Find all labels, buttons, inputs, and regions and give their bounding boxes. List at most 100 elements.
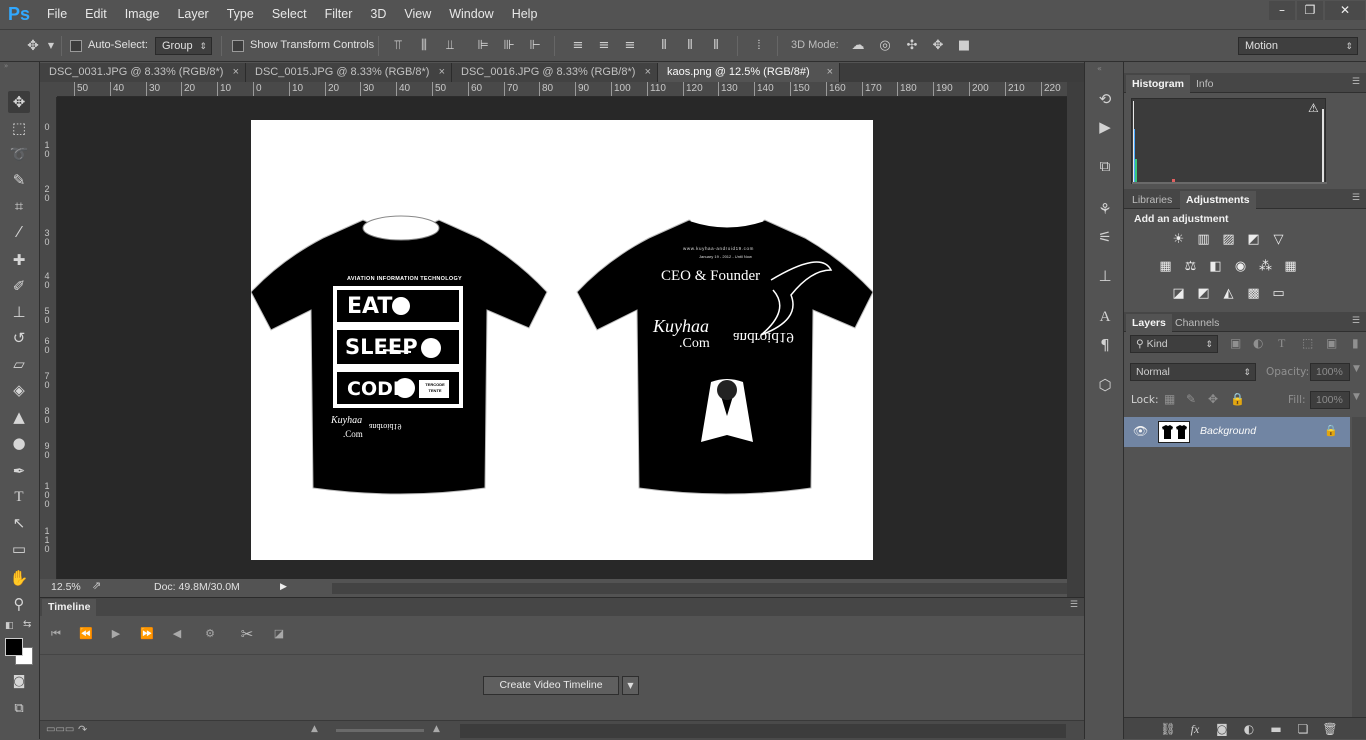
character-panel-icon[interactable]: A [1095, 307, 1115, 327]
eraser-tool-icon[interactable]: ▱ [8, 353, 30, 375]
swap-colors-icon[interactable]: ⇆ [23, 619, 33, 630]
selective-color-icon[interactable]: ▩ [1245, 286, 1262, 301]
lock-position-icon[interactable]: ✥ [1208, 392, 1218, 406]
crop-tool-icon[interactable]: ⌗ [8, 195, 30, 217]
tab-layers[interactable]: Layers [1126, 314, 1172, 332]
auto-align-icon[interactable]: ⦙ [751, 38, 767, 54]
filter-type-icon[interactable]: T [1278, 336, 1285, 351]
zoom-tool-icon[interactable]: ⚲ [8, 593, 30, 615]
quick-mask-icon[interactable]: ◙ [8, 671, 30, 693]
add-mask-icon[interactable]: ◙ [1214, 721, 1230, 737]
history-panel-icon[interactable]: ⟲ [1095, 89, 1115, 109]
tab-histogram[interactable]: Histogram [1126, 75, 1190, 93]
panel-grip[interactable]: » [0, 62, 40, 70]
distribute-left-icon[interactable]: ⦀ [656, 38, 672, 54]
color-lookup-icon[interactable]: ▦ [1282, 259, 1299, 274]
black-white-icon[interactable]: ◧ [1207, 259, 1224, 274]
close-tab-icon[interactable]: × [827, 63, 833, 82]
screen-mode-icon[interactable]: ⧉ [8, 698, 30, 720]
chevron-down-icon[interactable]: ▼ [1353, 364, 1360, 374]
menu-select[interactable]: Select [263, 0, 316, 29]
menu-edit[interactable]: Edit [76, 0, 116, 29]
brush-panel-icon[interactable]: ⚟ [1095, 227, 1115, 247]
show-transform-checkbox[interactable] [232, 40, 244, 52]
hand-tool-icon[interactable]: ✋ [8, 567, 30, 589]
posterize-icon[interactable]: ◩ [1195, 286, 1212, 301]
paragraph-panel-icon[interactable]: ¶ [1095, 335, 1115, 355]
new-group-icon[interactable]: ▬ [1268, 721, 1284, 737]
panel-menu-icon[interactable]: ☰ [1070, 600, 1078, 610]
panel-menu-icon[interactable]: ☰ [1352, 316, 1360, 326]
document-image[interactable]: AVIATION INFORMATION TECHNOLOGY EAT SLEE… [250, 120, 874, 560]
distribute-vcenter-icon[interactable]: ≡ [596, 38, 612, 54]
vibrance-icon[interactable]: ▽ [1270, 232, 1287, 247]
render-icon[interactable]: ↷ [78, 723, 87, 736]
new-layer-icon[interactable]: ❏ [1295, 721, 1311, 737]
menu-3d[interactable]: 3D [361, 0, 395, 29]
minimize-button[interactable]: – [1269, 1, 1295, 20]
brightness-icon[interactable]: ☀ [1170, 232, 1187, 247]
tab-info[interactable]: Info [1190, 75, 1220, 93]
filter-toggle-icon[interactable]: ▮ [1352, 336, 1359, 350]
levels-icon[interactable]: ▥ [1195, 232, 1212, 247]
workspace-dropdown[interactable]: Motion ⇕ [1238, 37, 1358, 55]
actions-panel-icon[interactable]: ▶ [1095, 117, 1115, 137]
slide-3d-icon[interactable]: ✥ [930, 38, 946, 54]
roll-3d-icon[interactable]: ◎ [877, 38, 893, 54]
photo-filter-icon[interactable]: ◉ [1232, 259, 1249, 274]
canvas-area[interactable]: AVIATION INFORMATION TECHNOLOGY EAT SLEE… [57, 97, 1067, 579]
tab-channels[interactable]: Channels [1169, 314, 1225, 332]
tab-adjustments[interactable]: Adjustments [1180, 191, 1256, 209]
distribute-bottom-icon[interactable]: ≡ [622, 38, 638, 54]
history-brush-tool-icon[interactable]: ↺ [8, 327, 30, 349]
brush-tool-icon[interactable]: ✐ [8, 275, 30, 297]
dodge-tool-icon[interactable]: ● [8, 432, 30, 454]
close-tab-icon[interactable]: × [233, 63, 239, 82]
zoom-level[interactable]: 12.5% [51, 581, 81, 593]
filter-shape-icon[interactable]: ⬚ [1302, 336, 1313, 350]
chevron-down-icon[interactable]: ▼ [46, 38, 56, 54]
align-left-icon[interactable]: ⊫ [475, 38, 491, 54]
curves-icon[interactable]: ▨ [1220, 232, 1237, 247]
zoom-out-icon[interactable]: ▲ [311, 724, 318, 734]
camera-icon[interactable]: ■ [956, 38, 972, 54]
tab-libraries[interactable]: Libraries [1126, 191, 1178, 209]
warning-icon[interactable]: ⚠ [1308, 101, 1319, 115]
blend-mode-dropdown[interactable]: Normal ⇕ [1130, 363, 1256, 381]
auto-select-dropdown[interactable]: Group ⇕ [155, 37, 212, 55]
distribute-top-icon[interactable]: ≡ [570, 38, 586, 54]
rectangle-tool-icon[interactable]: ▭ [8, 538, 30, 560]
menu-view[interactable]: View [395, 0, 440, 29]
panel-menu-icon[interactable]: ☰ [1352, 77, 1360, 87]
align-right-icon[interactable]: ⊩ [527, 38, 543, 54]
tab-dsc-0016[interactable]: DSC_0016.JPG @ 8.33% (RGB/8*) × [452, 63, 658, 82]
new-adjustment-layer-icon[interactable]: ◐ [1241, 721, 1257, 737]
properties-panel-icon[interactable]: ⧉ [1095, 156, 1115, 176]
lock-all-icon[interactable]: 🔒 [1230, 392, 1245, 406]
opacity-field[interactable]: 100% [1310, 363, 1350, 381]
scissors-icon[interactable]: ✂ [238, 625, 256, 643]
tab-timeline[interactable]: Timeline [42, 599, 97, 616]
link-layers-icon[interactable]: ⛓ [1160, 721, 1176, 737]
3d-panel-icon[interactable]: ⬡ [1095, 375, 1115, 395]
distribute-hcenter-icon[interactable]: ⦀ [682, 38, 698, 54]
next-frame-icon[interactable]: ⏩ [138, 625, 156, 643]
quick-select-tool-icon[interactable]: ✎ [8, 169, 30, 191]
layer-style-icon[interactable]: fx [1187, 721, 1203, 737]
previous-frame-icon[interactable]: ⏪ [77, 625, 95, 643]
film-icon[interactable]: ▭▭▭ [46, 724, 74, 735]
horizontal-scrollbar[interactable] [332, 583, 1067, 594]
rotate-3d-icon[interactable]: ☁ [850, 38, 866, 54]
tab-dsc-0015[interactable]: DSC_0015.JPG @ 8.33% (RGB/8*) × [246, 63, 452, 82]
tab-kaos-png[interactable]: kaos.png @ 12.5% (RGB/8#) × [658, 63, 840, 82]
filter-adjustment-icon[interactable]: ◐ [1253, 336, 1263, 350]
blur-tool-icon[interactable]: ▲ [8, 406, 30, 428]
path-select-tool-icon[interactable]: ↖ [8, 512, 30, 534]
clone-stamp-tool-icon[interactable]: ⊥ [8, 301, 30, 323]
layer-filter-dropdown[interactable]: ⚲ Kind ⇕ [1130, 335, 1218, 353]
panel-grip[interactable]: « [1097, 64, 1102, 73]
drag-3d-icon[interactable]: ✣ [904, 38, 920, 54]
tool-presets-icon[interactable]: ⊥ [1095, 266, 1115, 286]
menu-help[interactable]: Help [503, 0, 547, 29]
panel-menu-icon[interactable]: ☰ [1352, 193, 1360, 203]
